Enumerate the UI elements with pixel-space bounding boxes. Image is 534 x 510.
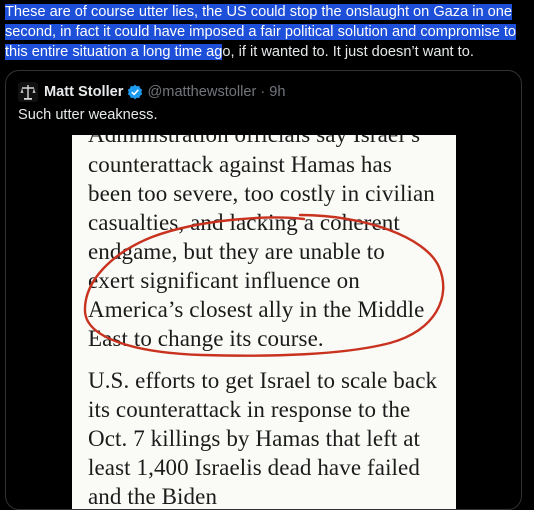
article-line-6: America’s closest ally in the Middle (88, 297, 425, 322)
quoted-post-header: Matt Stoller @matthewstoller · 9h (18, 82, 285, 102)
scales-of-justice-icon (20, 85, 36, 100)
article-line-1: counterattack against Hamas has (88, 152, 392, 177)
quoted-post-card[interactable]: Matt Stoller @matthewstoller · 9h Such u… (5, 70, 522, 510)
article-line-11: least 1,400 Israelis dead have failed (88, 455, 420, 480)
article-line-cut: Administration officials say Israel’s (88, 135, 420, 148)
post-text: These are of course utter lies, the US c… (5, 2, 529, 62)
avatar[interactable] (18, 82, 38, 102)
verified-badge-icon (128, 84, 143, 100)
article-line-8: U.S. efforts to get Israel to scale back (88, 368, 438, 393)
article-line-5: exert significant influence on (88, 268, 360, 293)
post-timestamp[interactable]: 9h (269, 84, 285, 100)
author-handle[interactable]: @matthewstoller (147, 84, 256, 100)
article-line-2: been too severe, too costly in civilian (88, 181, 435, 206)
article-line-7: East to change its course. (88, 326, 324, 351)
separator-dot: · (260, 84, 266, 100)
article-line-4: endgame, but they are unable to (88, 239, 385, 264)
article-line-10: Oct. 7 killings by Hamas that left at (88, 426, 421, 451)
article-line-12: and the Biden (88, 484, 218, 509)
article-line-3: casualties, and lacking a coherent (88, 210, 400, 235)
author-name[interactable]: Matt Stoller (44, 84, 123, 100)
article-screenshot-image[interactable]: Administration officials say Israel’s co… (72, 135, 456, 509)
post-text-rest: o, if it wanted to. It just doesn’t want… (222, 44, 474, 60)
quoted-post-text: Such utter weakness. (18, 107, 158, 123)
article-line-9: its counterattack in response to the (88, 397, 411, 422)
